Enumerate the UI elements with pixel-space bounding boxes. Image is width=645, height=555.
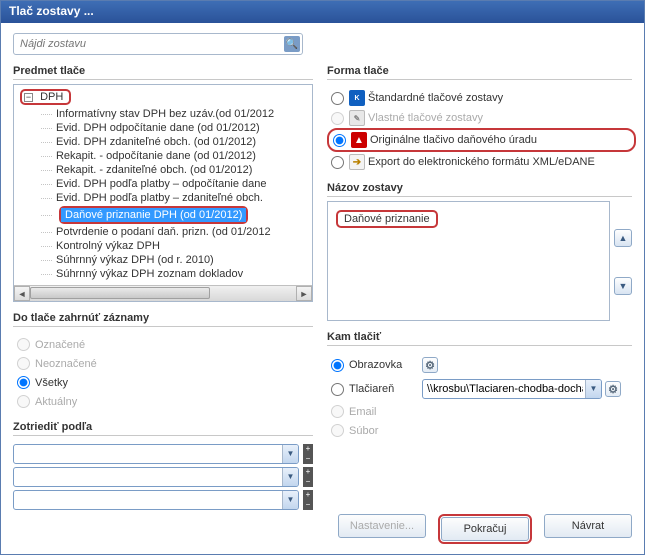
sort-select-2[interactable] [13, 467, 299, 487]
scroll-left-icon[interactable]: ◄ [14, 286, 30, 301]
tree-item[interactable]: ······Evid. DPH podľa platby – odpočítan… [36, 177, 310, 191]
radio-neoznacene: Neoznačené [17, 354, 313, 373]
nastavenie-button: Nastavenie... [338, 514, 426, 538]
radio-aktualny: Aktuálny [17, 392, 313, 411]
sort-asc-icon[interactable]: + [303, 444, 313, 454]
radio-vsetky[interactable]: Všetky [17, 373, 313, 392]
scroll-right-icon[interactable]: ► [296, 286, 312, 301]
button-bar: Nastavenie... Pokračuj Návrat [327, 508, 632, 544]
search-row: 🔍 [13, 33, 632, 55]
section-title-kam: Kam tlačiť [327, 331, 632, 346]
kros-icon: K [349, 90, 365, 106]
scroll-thumb[interactable] [30, 287, 210, 299]
move-up-button[interactable]: ▲ [614, 229, 632, 247]
radio-standard[interactable]: K Štandardné tlačové zostavy [331, 88, 632, 108]
tree-item[interactable]: ······Potvrdenie o podaní daň. prizn. (o… [36, 225, 310, 239]
nazov-value-highlight: Daňové priznanie [336, 210, 438, 228]
nazov-list[interactable]: Daňové priznanie [327, 201, 610, 321]
tree-box: − DPH ······Informatívny stav DPH bez uz… [13, 84, 313, 302]
sort-asc-icon[interactable]: + [303, 490, 313, 500]
pokracuj-button[interactable]: Pokračuj [441, 517, 529, 541]
sort-desc-icon[interactable]: − [303, 454, 313, 464]
radio-tlaciaren[interactable]: Tlačiareň ▼ ⚙ [331, 376, 632, 402]
tree-item[interactable]: ······Rekapit. - odpočítanie dane (od 01… [36, 149, 310, 163]
section-title-predmet: Predmet tlače [13, 65, 313, 80]
tree-item-selected-row[interactable]: ······ Daňové priznanie DPH (od 01/2012) [36, 205, 310, 225]
search-icon[interactable]: 🔍 [284, 36, 300, 52]
section-title-nazov: Názov zostavy [327, 182, 632, 197]
navrat-button[interactable]: Návrat [544, 514, 632, 538]
gear-icon[interactable]: ⚙ [605, 381, 621, 397]
tree-item[interactable]: ······Súhrnný výkaz DPH zoznam dokladov [36, 267, 310, 281]
sort-desc-icon[interactable]: − [303, 477, 313, 487]
search-input[interactable] [13, 33, 303, 55]
section-title-sort: Zotriediť podľa [13, 421, 313, 436]
window-title: Tlač zostavy ... [9, 4, 94, 18]
export-icon: ➔ [349, 154, 365, 170]
tree-item[interactable]: ······Evid. DPH podľa platby – zdaniteľn… [36, 191, 310, 205]
tree-children: ······Informatívny stav DPH bez uzáv.(od… [36, 107, 310, 281]
zahrnut-group: Označené Neoznačené Všetky Aktuálny [17, 335, 313, 411]
print-dialog-window: Tlač zostavy ... 🔍 Predmet tlače − DPH [0, 0, 645, 555]
radio-vlastne: ✎ Vlastné tlačové zostavy [331, 108, 632, 128]
printer-select[interactable] [422, 379, 602, 399]
sort-section: ▼ + − ▼ + − [13, 444, 313, 513]
tree-item[interactable]: ······Evid. DPH zdaniteľné obch. (od 01/… [36, 135, 310, 149]
pdf-icon: ▲ [351, 132, 367, 148]
radio-original-highlight: ▲ Originálne tlačivo daňového úradu [327, 128, 636, 152]
sort-select-3[interactable] [13, 490, 299, 510]
window-content: 🔍 Predmet tlače − DPH ······Informatívny… [1, 23, 644, 554]
tree-collapse-icon[interactable]: − [24, 93, 33, 102]
radio-obrazovka[interactable]: Obrazovka ⚙ [331, 354, 632, 376]
section-title-forma: Forma tlače [327, 65, 632, 80]
tree-item[interactable]: ······Informatívny stav DPH bez uzáv.(od… [36, 107, 310, 121]
doc-icon: ✎ [349, 110, 365, 126]
move-down-button[interactable]: ▼ [614, 277, 632, 295]
gear-icon[interactable]: ⚙ [422, 357, 438, 373]
radio-email: Email [331, 402, 632, 421]
window-titlebar: Tlač zostavy ... [1, 1, 644, 23]
tree-item[interactable]: ······Rekapit. - zdaniteľné obch. (od 01… [36, 163, 310, 177]
h-scrollbar[interactable]: ◄ ► [14, 285, 312, 301]
tree-item[interactable]: ······Súhrnný výkaz DPH (od r. 2010) [36, 253, 310, 267]
forma-group: K Štandardné tlačové zostavy ✎ Vlastné t… [331, 88, 632, 172]
section-title-zahrnut: Do tlače zahrnúť záznamy [13, 312, 313, 327]
kam-group: Obrazovka ⚙ Tlačiareň ▼ ⚙ E [331, 354, 632, 440]
nazov-value[interactable]: Daňové priznanie [344, 213, 430, 225]
pokracuj-highlight: Pokračuj [438, 514, 532, 544]
radio-original[interactable]: ▲ Originálne tlačivo daňového úradu [333, 130, 630, 150]
tree-item[interactable]: ······Evid. DPH odpočítanie dane (od 01/… [36, 121, 310, 135]
sort-asc-icon[interactable]: + [303, 467, 313, 477]
sort-select-1[interactable] [13, 444, 299, 464]
sort-desc-icon[interactable]: − [303, 500, 313, 510]
tree-root[interactable]: − DPH [20, 89, 71, 105]
tree-item[interactable]: ······Kontrolný výkaz DPH [36, 239, 310, 253]
radio-subor: Súbor [331, 421, 632, 440]
radio-oznacene: Označené [17, 335, 313, 354]
tree-item-selected: Daňové priznanie DPH (od 01/2012) [61, 208, 246, 222]
radio-export[interactable]: ➔ Export do elektronického formátu XML/e… [331, 152, 632, 172]
